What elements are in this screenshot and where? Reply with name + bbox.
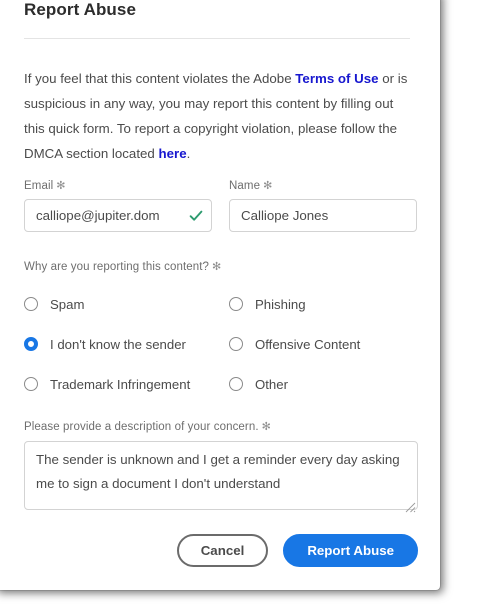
required-asterisk: ✻ [263,180,273,192]
radio-option-other[interactable]: Other [229,377,414,392]
email-label: Email ✻ [24,179,212,192]
report-abuse-submit-button[interactable]: Report Abuse [283,534,418,567]
description-label: Please provide a description of your con… [24,420,418,433]
name-label: Name ✻ [229,179,417,192]
intro-text-part1: If you feel that this content violates t… [24,71,296,86]
description-input-wrap [24,441,418,515]
radio-label: Offensive Content [255,336,361,352]
description-label-text: Please provide a description of your con… [24,421,259,433]
radio-circle-icon [24,377,38,391]
radio-label: Trademark Infringement [50,376,191,392]
radio-option-phishing[interactable]: Phishing [229,297,414,312]
name-label-text: Name [229,180,261,192]
radio-circle-icon [229,297,243,311]
radio-label: Other [255,376,288,392]
header-divider [24,38,410,39]
email-label-text: Email [24,180,54,192]
page-backdrop: Report Abuse If you feel that this conte… [0,0,500,604]
intro-text-part3: . [186,146,191,161]
description-textarea[interactable] [24,441,418,510]
radio-option-unknown-sender[interactable]: I don't know the sender [24,337,229,352]
report-abuse-dialog: Report Abuse If you feel that this conte… [0,0,440,590]
radio-label: Phishing [255,296,306,312]
email-field-group: Email ✻ [24,179,212,232]
radio-label: I don't know the sender [50,336,186,352]
required-asterisk: ✻ [261,421,271,433]
page-title: Report Abuse [24,0,137,19]
name-input-wrap [229,199,417,232]
dmca-here-link[interactable]: here [159,146,187,161]
email-input-wrap [24,199,212,232]
radio-circle-icon [229,337,243,351]
name-input[interactable] [229,199,417,232]
dialog-content: Report Abuse If you feel that this conte… [0,0,440,590]
reason-group-label: Why are you reporting this content? ✻ [24,260,221,273]
reason-group-label-text: Why are you reporting this content? [24,261,210,273]
radio-circle-selected-icon [24,337,38,351]
radio-option-trademark-infringement[interactable]: Trademark Infringement [24,377,229,392]
dialog-footer: Cancel Report Abuse [24,534,418,567]
radio-circle-icon [229,377,243,391]
cancel-button[interactable]: Cancel [176,534,269,567]
radio-circle-icon [24,297,38,311]
reason-radio-group: Spam Phishing I don't know the sender Of… [24,284,414,404]
required-asterisk: ✻ [56,180,66,192]
radio-option-offensive-content[interactable]: Offensive Content [229,337,414,352]
intro-paragraph: If you feel that this content violates t… [24,66,413,166]
radio-row: Trademark Infringement Other [24,364,414,404]
radio-row: I don't know the sender Offensive Conten… [24,324,414,364]
radio-label: Spam [50,296,85,312]
radio-option-spam[interactable]: Spam [24,297,229,312]
email-input[interactable] [24,199,212,232]
required-asterisk: ✻ [212,261,222,273]
terms-of-use-link[interactable]: Terms of Use [295,71,378,86]
name-field-group: Name ✻ [229,179,417,232]
description-field-group: Please provide a description of your con… [24,420,418,515]
radio-row: Spam Phishing [24,284,414,324]
